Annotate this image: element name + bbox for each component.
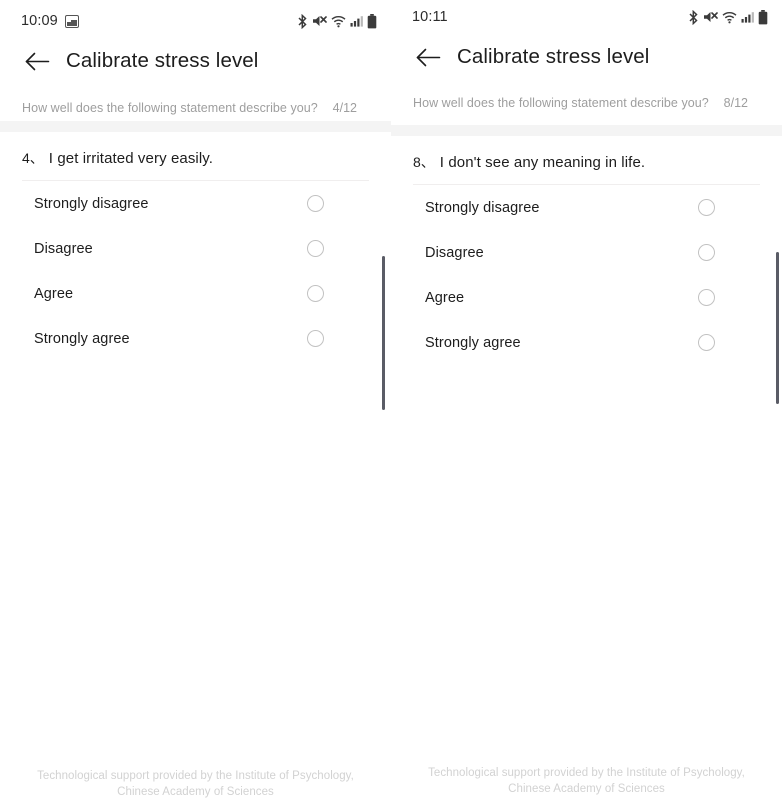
radio-button[interactable] [698,244,715,261]
battery-icon [758,9,768,25]
section-divider-band [0,121,391,132]
options-list: Strongly disagree Disagree Agree Strongl… [0,181,391,361]
progress-prompt: How well does the following statement de… [22,101,318,115]
scrollbar[interactable] [382,256,385,410]
radio-button[interactable] [307,240,324,257]
volume-muted-icon [312,14,327,28]
status-bar-left: 10:11 [412,9,448,25]
footer-credit: Technological support provided by the In… [37,770,354,798]
option-row[interactable]: Disagree [413,230,760,275]
question-row: 4、 I get irritated very easily. [0,132,391,168]
option-label: Strongly disagree [34,195,149,212]
radio-button[interactable] [307,330,324,347]
progress-row: How well does the following statement de… [391,90,782,116]
progress-prompt: How well does the following statement de… [413,96,709,110]
footer-credit: Technological support provided by the In… [428,767,745,795]
dual-screenshot-container: 10:09 Calibrate stress level How well do… [0,0,782,812]
option-row[interactable]: Agree [413,275,760,320]
option-label: Strongly disagree [425,199,540,216]
question-card: 8、 I don't see any meaning in life. Stro… [391,136,782,365]
back-arrow-icon[interactable] [411,40,445,74]
status-time: 10:11 [412,9,448,25]
options-list: Strongly disagree Disagree Agree Strongl… [391,185,782,365]
option-row[interactable]: Strongly agree [413,320,760,365]
option-row[interactable]: Strongly disagree [413,185,760,230]
wifi-icon [331,15,346,28]
progress-counter: 8/12 [723,96,748,110]
radio-button[interactable] [307,195,324,212]
question-number: 8、 [413,154,435,170]
question-text: I get irritated very easily. [48,150,214,167]
bluetooth-icon [688,9,699,25]
radio-button[interactable] [698,199,715,216]
progress-row: How well does the following statement de… [0,95,391,121]
status-bar-right [688,9,768,25]
question-row: 8、 I don't see any meaning in life. [391,136,782,172]
wifi-icon [722,11,737,24]
radio-button[interactable] [698,289,715,306]
radio-button[interactable] [307,285,324,302]
status-bar-right [297,13,377,29]
cellular-signal-icon [741,11,754,23]
question-number: 4、 [22,150,44,166]
status-time: 10:09 [21,13,58,29]
scrollbar[interactable] [776,252,779,404]
option-label: Disagree [425,244,484,261]
phone-screen-left: 10:09 Calibrate stress level How well do… [0,0,391,812]
phone-screen-right: 10:11 Calibrate stress level How well do… [391,0,782,812]
image-icon [64,14,79,28]
status-bar-left: 10:09 [21,13,79,29]
option-label: Agree [34,285,74,302]
option-label: Disagree [34,240,93,257]
question-text: I don't see any meaning in life. [439,154,646,171]
option-label: Strongly agree [425,334,521,351]
option-row[interactable]: Strongly agree [22,316,369,361]
page-title: Calibrate stress level [66,49,259,72]
cellular-signal-icon [350,15,363,27]
bluetooth-icon [297,13,308,29]
option-label: Agree [425,289,465,306]
page-title: Calibrate stress level [457,45,650,68]
option-label: Strongly agree [34,330,130,347]
question-card: 4、 I get irritated very easily. Strongly… [0,132,391,361]
volume-muted-icon [703,10,718,24]
section-divider-band [391,125,782,136]
app-bar: Calibrate stress level [0,33,391,89]
battery-icon [367,13,377,29]
progress-counter: 4/12 [332,101,357,115]
back-arrow-icon[interactable] [20,44,54,78]
app-bar: Calibrate stress level [391,29,782,85]
option-row[interactable]: Disagree [22,226,369,271]
option-row[interactable]: Agree [22,271,369,316]
option-row[interactable]: Strongly disagree [22,181,369,226]
radio-button[interactable] [698,334,715,351]
